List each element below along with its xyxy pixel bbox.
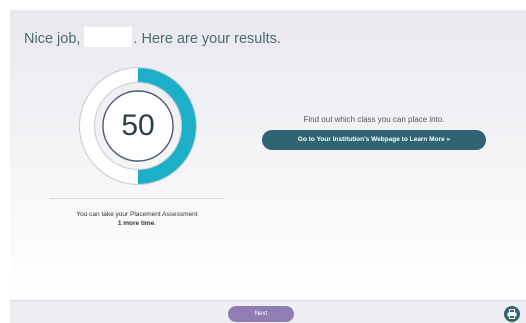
next-button[interactable]: Next xyxy=(228,306,294,322)
divider xyxy=(50,198,224,199)
attempts-text: You can take your Placement Assessment xyxy=(76,211,198,218)
attempts-count: 1 more time xyxy=(117,220,155,227)
results-suffix-text: . Here are your results. xyxy=(133,30,281,47)
attempts-period: . xyxy=(154,220,157,227)
attempts-remaining: You can take your Placement Assessment 1… xyxy=(50,210,224,228)
print-button[interactable] xyxy=(504,306,520,322)
score-donut-chart: 50 xyxy=(79,67,197,185)
greeting-text: Nice job, xyxy=(24,30,81,47)
results-headline: Nice job, . Here are your results. xyxy=(24,27,281,49)
user-name-redacted xyxy=(84,27,133,47)
score-value: 50 xyxy=(121,109,155,142)
printer-icon xyxy=(507,309,517,319)
institution-webpage-button[interactable]: Go to Your Institution's Webpage to Lear… xyxy=(262,130,486,150)
placement-prompt: Find out which class you can place into. xyxy=(303,115,445,124)
